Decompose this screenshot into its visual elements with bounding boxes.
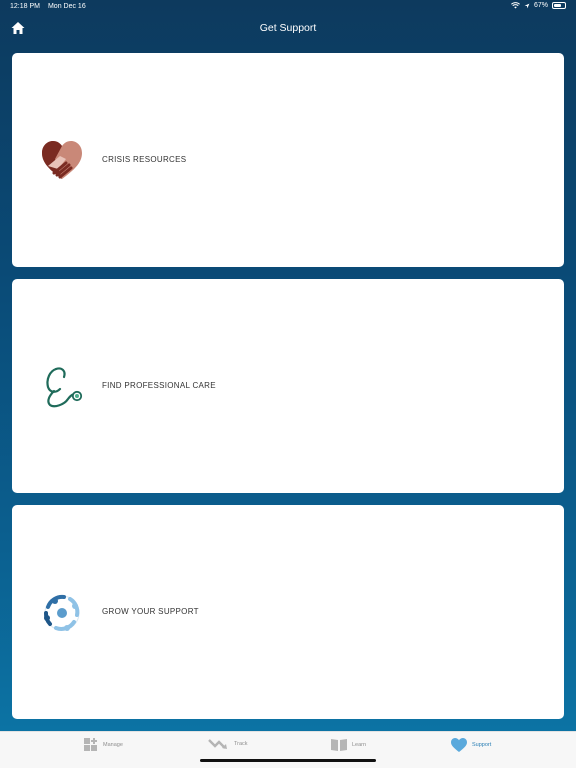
card-label: FIND PROFESSIONAL CARE	[102, 381, 216, 390]
wifi-icon	[511, 2, 520, 9]
tab-label: Manage	[103, 741, 123, 748]
home-indicator	[200, 759, 376, 762]
tab-label: Track	[234, 741, 248, 747]
tab-track[interactable]: Track	[208, 738, 248, 750]
tab-bar: Manage Track Learn Support	[0, 731, 576, 768]
location-arrow-icon	[524, 3, 530, 8]
tab-label: Learn	[352, 741, 367, 748]
tab-label: Support	[472, 742, 492, 748]
tab-learn[interactable]: Learn	[331, 738, 366, 751]
card-label: CRISIS RESOURCES	[102, 155, 187, 164]
crisis-resources-card[interactable]: CRISIS RESOURCES	[12, 53, 564, 267]
book-icon	[331, 739, 347, 751]
find-professional-care-card[interactable]: FIND PROFESSIONAL CARE	[12, 279, 564, 493]
navigation-bar: Get Support	[0, 14, 576, 44]
track-trend-icon	[208, 739, 227, 749]
battery-fill	[554, 4, 561, 7]
card-label: GROW YOUR SUPPORT	[102, 607, 199, 616]
tab-manage[interactable]: Manage	[84, 738, 123, 751]
community-circle-icon	[44, 594, 80, 631]
heart-icon	[451, 738, 467, 752]
page-title: Get Support	[259, 22, 317, 34]
battery-percent: 67%	[533, 2, 548, 9]
grow-your-support-card[interactable]: GROW YOUR SUPPORT	[12, 505, 564, 719]
battery-icon	[552, 2, 566, 9]
heart-hands-icon	[42, 141, 82, 179]
status-bar: 12:18 PM Mon Dec 16 67%	[0, 0, 576, 14]
status-date: Mon Dec 16	[47, 3, 86, 10]
manage-grid-icon	[84, 738, 97, 751]
stethoscope-icon	[46, 367, 83, 408]
tab-support[interactable]: Support	[451, 738, 491, 752]
status-time: 12:18 PM	[10, 3, 40, 10]
